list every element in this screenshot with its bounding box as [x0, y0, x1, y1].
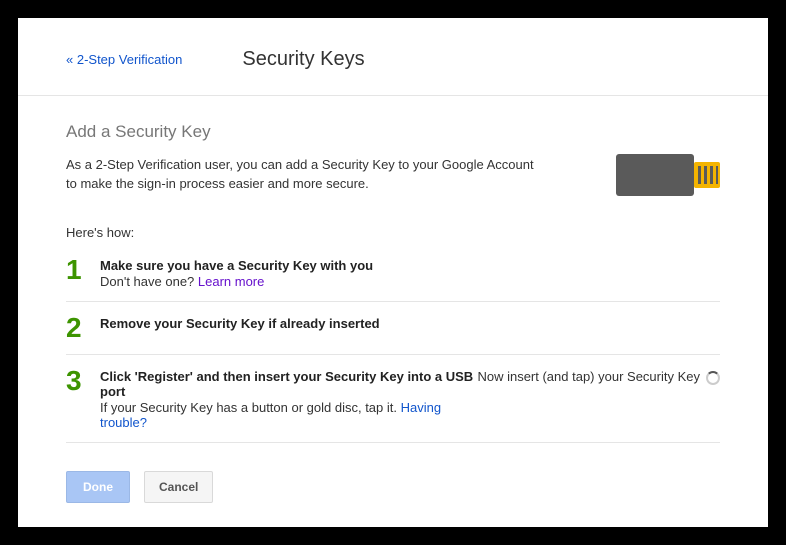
done-button[interactable]: Done [66, 471, 130, 503]
step-subtext: If your Security Key has a button or gol… [100, 400, 477, 430]
step-title: Click 'Register' and then insert your Se… [100, 369, 477, 399]
step-title: Remove your Security Key if already inse… [100, 316, 720, 331]
step-sub-prefix: Don't have one? [100, 274, 198, 289]
step-title: Make sure you have a Security Key with y… [100, 258, 720, 273]
heres-how-label: Here's how: [66, 225, 720, 240]
page-title: Security Keys [242, 48, 364, 71]
button-row: Done Cancel [18, 447, 768, 527]
step-number: 1 [66, 254, 100, 284]
insert-key-status: Now insert (and tap) your Security Key [477, 365, 720, 385]
step-2: 2 Remove your Security Key if already in… [66, 301, 720, 354]
step-subtext: Don't have one? Learn more [100, 274, 720, 289]
cancel-button[interactable]: Cancel [144, 471, 213, 503]
content: Add a Security Key As a 2-Step Verificat… [18, 96, 768, 447]
back-link[interactable]: « 2-Step Verification [66, 52, 182, 67]
step-1: 1 Make sure you have a Security Key with… [66, 250, 720, 301]
learn-more-link[interactable]: Learn more [198, 274, 264, 289]
insert-key-text: Now insert (and tap) your Security Key [477, 369, 700, 384]
step-number: 2 [66, 312, 100, 342]
usb-key-icon [616, 154, 720, 201]
section-title: Add a Security Key [66, 122, 720, 142]
header: « 2-Step Verification Security Keys [18, 18, 768, 96]
intro-text: As a 2-Step Verification user, you can a… [66, 156, 536, 194]
security-keys-panel: « 2-Step Verification Security Keys Add … [18, 18, 768, 527]
steps-list: 1 Make sure you have a Security Key with… [66, 250, 720, 443]
step-3: 3 Click 'Register' and then insert your … [66, 354, 720, 442]
step-number: 3 [66, 365, 100, 395]
step-sub-prefix: If your Security Key has a button or gol… [100, 400, 401, 415]
loading-spinner-icon [706, 371, 720, 385]
